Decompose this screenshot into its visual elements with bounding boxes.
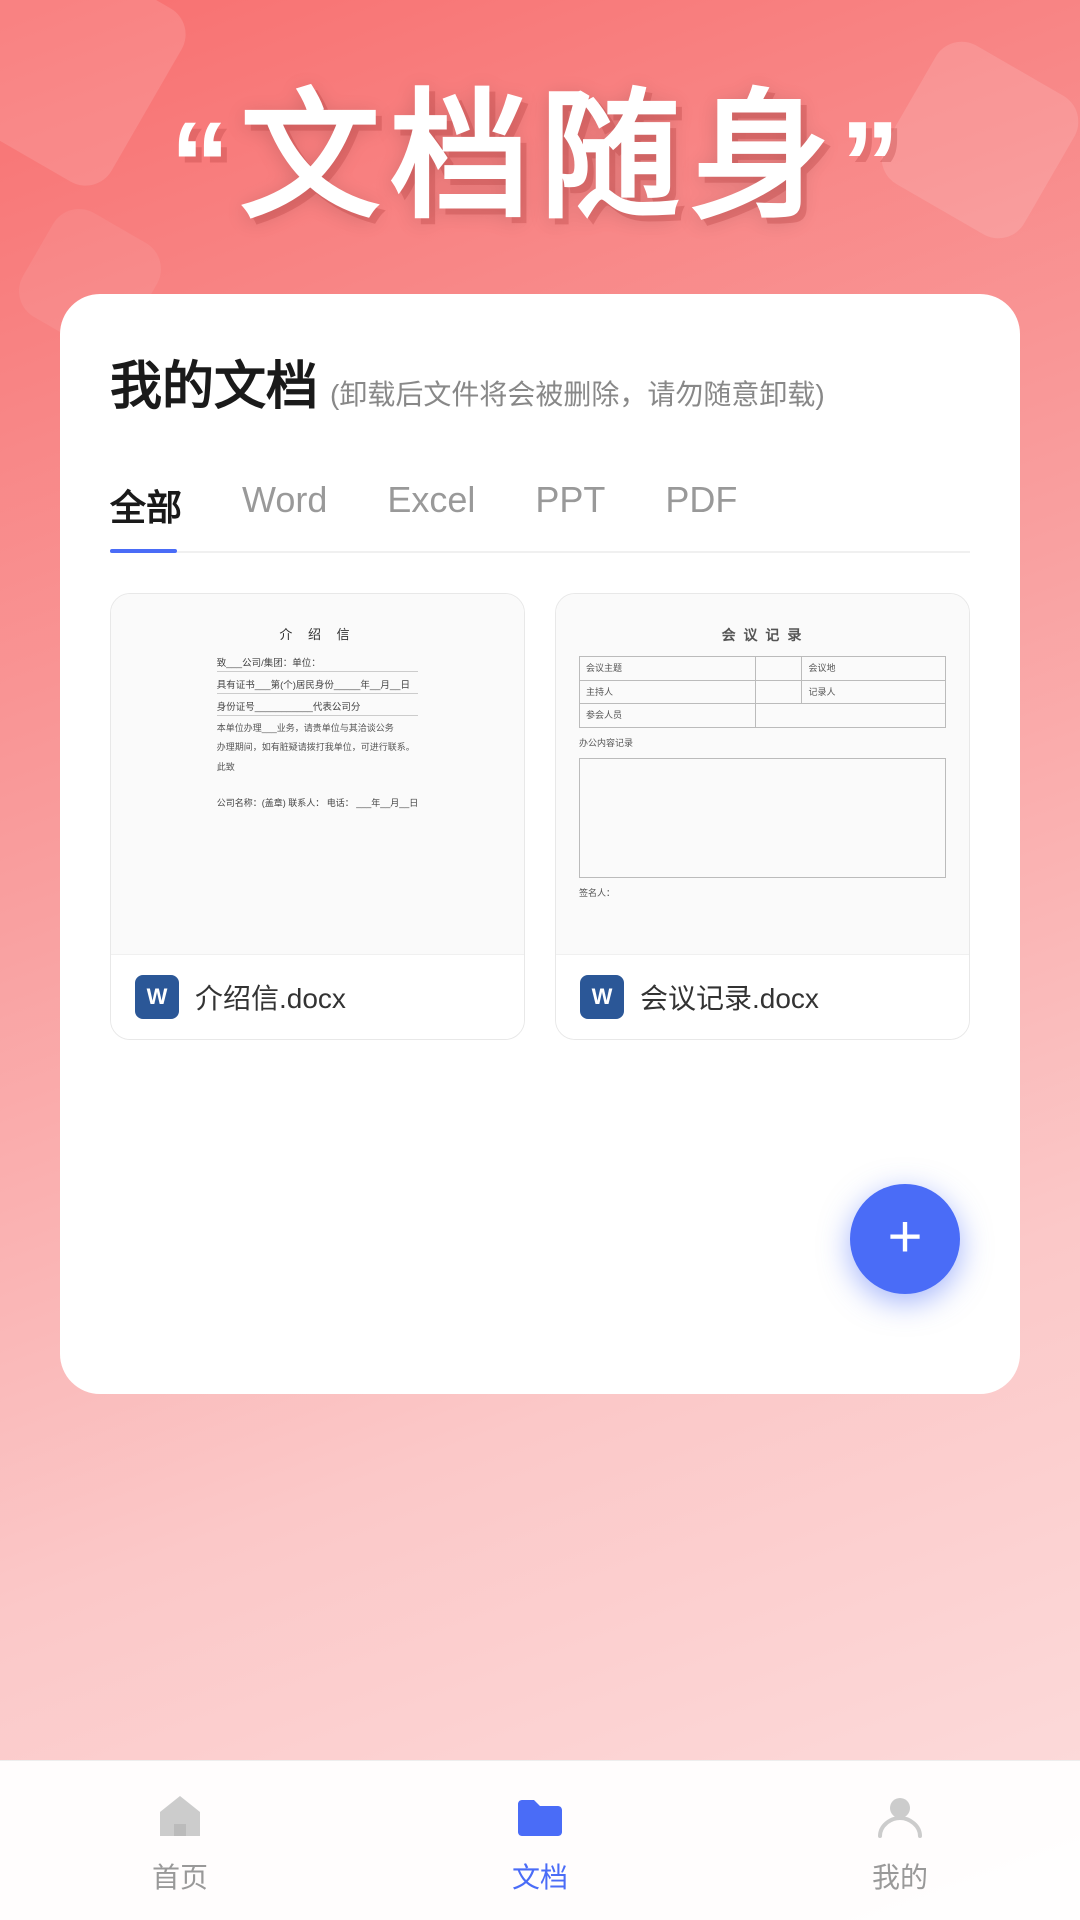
card-header: 我的文档 (卸载后文件将会被删除，请勿随意卸载)	[110, 344, 970, 419]
main-card: 我的文档 (卸载后文件将会被删除，请勿随意卸载) 全部 Word Excel P…	[60, 294, 1020, 1394]
meeting-table: 会议主题 会议地 主持人 记录人 参会人员	[579, 656, 946, 727]
hero-title: “文档随身”	[60, 80, 1020, 234]
meeting-signer: 签名人：	[579, 886, 946, 900]
home-icon	[150, 1786, 210, 1846]
intro-body-2: 办理期间，如有脏疑请拨打我单位，可进行联系。	[217, 740, 419, 755]
fab-add-button[interactable]: +	[850, 1184, 960, 1294]
tab-pdf[interactable]: PDF	[665, 459, 777, 551]
doc-preview-2: 会 议 记 录 会议主题 会议地 主持人 记录人	[556, 594, 969, 954]
meeting-box	[579, 758, 946, 878]
tab-ppt[interactable]: PPT	[535, 459, 645, 551]
intro-letter-title: 介 绍 信	[217, 624, 419, 643]
tab-word[interactable]: Word	[242, 459, 367, 551]
nav-item-profile[interactable]: 我的	[720, 1786, 1080, 1896]
intro-signature: 公司名称：(盖章) 联系人： 电话： ___年__月__日	[217, 795, 419, 811]
intro-field-3: 身份证号___________代表公司分	[217, 699, 419, 716]
doc-footer-2: W 会议记录.docx	[556, 954, 969, 1039]
bottom-nav: 首页 文档 我的	[0, 1760, 1080, 1920]
intro-field-1: 致___公司/集团：单位：	[217, 655, 419, 672]
nav-label-home: 首页	[152, 1856, 208, 1896]
quote-open: “	[170, 98, 240, 230]
doc-name-1: 介绍信.docx	[195, 977, 346, 1017]
doc-name-2: 会议记录.docx	[640, 977, 819, 1017]
intro-closing: 此致	[217, 760, 419, 775]
meeting-box-label: 办公内容记录	[579, 736, 946, 750]
hero-section: “文档随身”	[0, 0, 1080, 294]
nav-item-home[interactable]: 首页	[0, 1786, 360, 1896]
word-icon-1: W	[135, 975, 179, 1019]
user-icon	[870, 1786, 930, 1846]
doc-footer-1: W 介绍信.docx	[111, 954, 524, 1039]
folder-icon	[510, 1786, 570, 1846]
meeting-content: 会 议 记 录 会议主题 会议地 主持人 记录人	[571, 614, 954, 910]
card-title: 我的文档	[110, 344, 318, 419]
quote-close: ”	[840, 98, 910, 230]
document-card-1[interactable]: 介 绍 信 致___公司/集团：单位： 具有证书___第(个)居民身份_____…	[110, 593, 525, 1040]
nav-item-docs[interactable]: 文档	[360, 1786, 720, 1896]
card-subtitle: (卸载后文件将会被删除，请勿随意卸载)	[330, 373, 825, 413]
intro-body-1: 本单位办理___业务，请贵单位与其洽谈公务	[217, 721, 419, 736]
tab-excel[interactable]: Excel	[387, 459, 515, 551]
fab-plus-icon: +	[887, 1207, 922, 1267]
documents-grid: 介 绍 信 致___公司/集团：单位： 具有证书___第(个)居民身份_____…	[110, 593, 970, 1040]
document-card-2[interactable]: 会 议 记 录 会议主题 会议地 主持人 记录人	[555, 593, 970, 1040]
doc-preview-1: 介 绍 信 致___公司/集团：单位： 具有证书___第(个)居民身份_____…	[111, 594, 524, 954]
word-icon-2: W	[580, 975, 624, 1019]
nav-label-docs: 文档	[512, 1856, 568, 1896]
tab-all[interactable]: 全部	[110, 459, 222, 551]
intro-field-2: 具有证书___第(个)居民身份_____年__月__日	[217, 677, 419, 694]
intro-letter-content: 介 绍 信 致___公司/集团：单位： 具有证书___第(个)居民身份_____…	[209, 614, 427, 821]
nav-label-profile: 我的	[872, 1856, 928, 1896]
meeting-title: 会 议 记 录	[579, 624, 946, 646]
tabs-bar: 全部 Word Excel PPT PDF	[110, 459, 970, 553]
